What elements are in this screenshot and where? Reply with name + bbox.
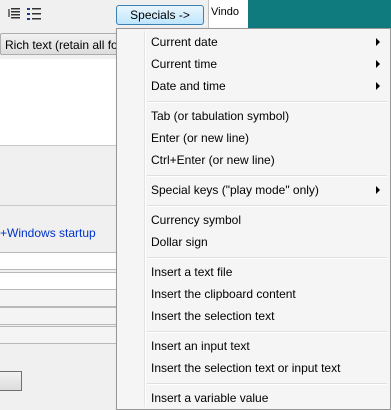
menu-item-dollar-sign[interactable]: Dollar sign bbox=[119, 231, 388, 253]
input-field[interactable] bbox=[0, 272, 118, 290]
menu-item-insert-selection[interactable]: Insert the selection text bbox=[119, 305, 388, 327]
input-field[interactable] bbox=[0, 252, 118, 270]
menu-item-label: Date and time bbox=[151, 79, 226, 93]
submenu-arrow-icon bbox=[376, 38, 380, 46]
menu-item-label: Special keys ("play mode" only) bbox=[151, 183, 319, 197]
menu-item-label: Insert the selection text or input text bbox=[151, 361, 341, 375]
divider bbox=[0, 205, 120, 206]
specials-menu: Current date Current time Date and time … bbox=[116, 28, 391, 410]
menu-item-tab[interactable]: Tab (or tabulation symbol) bbox=[119, 105, 388, 127]
menu-item-current-time[interactable]: Current time bbox=[119, 53, 388, 75]
menu-separator bbox=[147, 257, 387, 259]
menu-item-label: Insert the selection text bbox=[151, 309, 275, 323]
menu-item-label: Insert the clipboard content bbox=[151, 287, 296, 301]
menu-item-date-and-time[interactable]: Date and time bbox=[119, 75, 388, 97]
menu-separator bbox=[147, 205, 387, 207]
menu-item-label: Dollar sign bbox=[151, 235, 208, 249]
format-select[interactable]: Rich text (retain all formatting) bbox=[0, 33, 118, 55]
text-editor[interactable] bbox=[0, 59, 120, 146]
menu-item-insert-variable[interactable]: Insert a variable value bbox=[119, 387, 388, 409]
bottom-button[interactable] bbox=[0, 371, 22, 391]
menu-item-current-date[interactable]: Current date bbox=[119, 31, 388, 53]
menu-item-insert-selection-or-input[interactable]: Insert the selection text or input text bbox=[119, 357, 388, 379]
menu-item-ctrl-enter[interactable]: Ctrl+Enter (or new line) bbox=[119, 149, 388, 171]
windows-startup-link[interactable]: +Windows startup bbox=[0, 226, 96, 240]
desktop-background bbox=[248, 0, 391, 30]
menu-item-label: Ctrl+Enter (or new line) bbox=[151, 153, 275, 167]
menu-item-insert-clipboard[interactable]: Insert the clipboard content bbox=[119, 283, 388, 305]
menu-item-insert-input-text[interactable]: Insert an input text bbox=[119, 335, 388, 357]
menu-item-label: Enter (or new line) bbox=[151, 131, 250, 145]
menu-separator bbox=[147, 383, 387, 385]
menu-item-label: Insert a text file bbox=[151, 265, 233, 279]
bulleted-list-icon[interactable] bbox=[26, 6, 42, 22]
submenu-arrow-icon bbox=[376, 60, 380, 68]
input-field[interactable] bbox=[0, 289, 118, 307]
menu-item-currency-symbol[interactable]: Currency symbol bbox=[119, 209, 388, 231]
menu-item-label: Insert a variable value bbox=[151, 391, 269, 405]
menu-item-label: Tab (or tabulation symbol) bbox=[151, 109, 290, 123]
window-title-fragment: Vindo bbox=[211, 6, 239, 18]
align-icon[interactable] bbox=[6, 6, 22, 22]
input-field[interactable] bbox=[0, 326, 118, 344]
menu-item-special-keys[interactable]: Special keys ("play mode" only) bbox=[119, 179, 388, 201]
menu-item-insert-text-file[interactable]: Insert a text file bbox=[119, 261, 388, 283]
menu-item-label: Current time bbox=[151, 57, 218, 71]
specials-button[interactable]: Specials -> bbox=[116, 5, 204, 25]
menu-separator bbox=[147, 101, 387, 103]
menu-item-label: Current date bbox=[151, 35, 218, 49]
menu-item-enter[interactable]: Enter (or new line) bbox=[119, 127, 388, 149]
menu-item-label: Currency symbol bbox=[151, 213, 242, 227]
submenu-arrow-icon bbox=[376, 186, 380, 194]
submenu-arrow-icon bbox=[376, 82, 380, 90]
input-field[interactable] bbox=[0, 307, 118, 325]
menu-separator bbox=[147, 175, 387, 177]
background-window-title: Vindo bbox=[208, 0, 249, 30]
menu-separator bbox=[147, 331, 387, 333]
menu-item-label: Insert an input text bbox=[151, 339, 250, 353]
